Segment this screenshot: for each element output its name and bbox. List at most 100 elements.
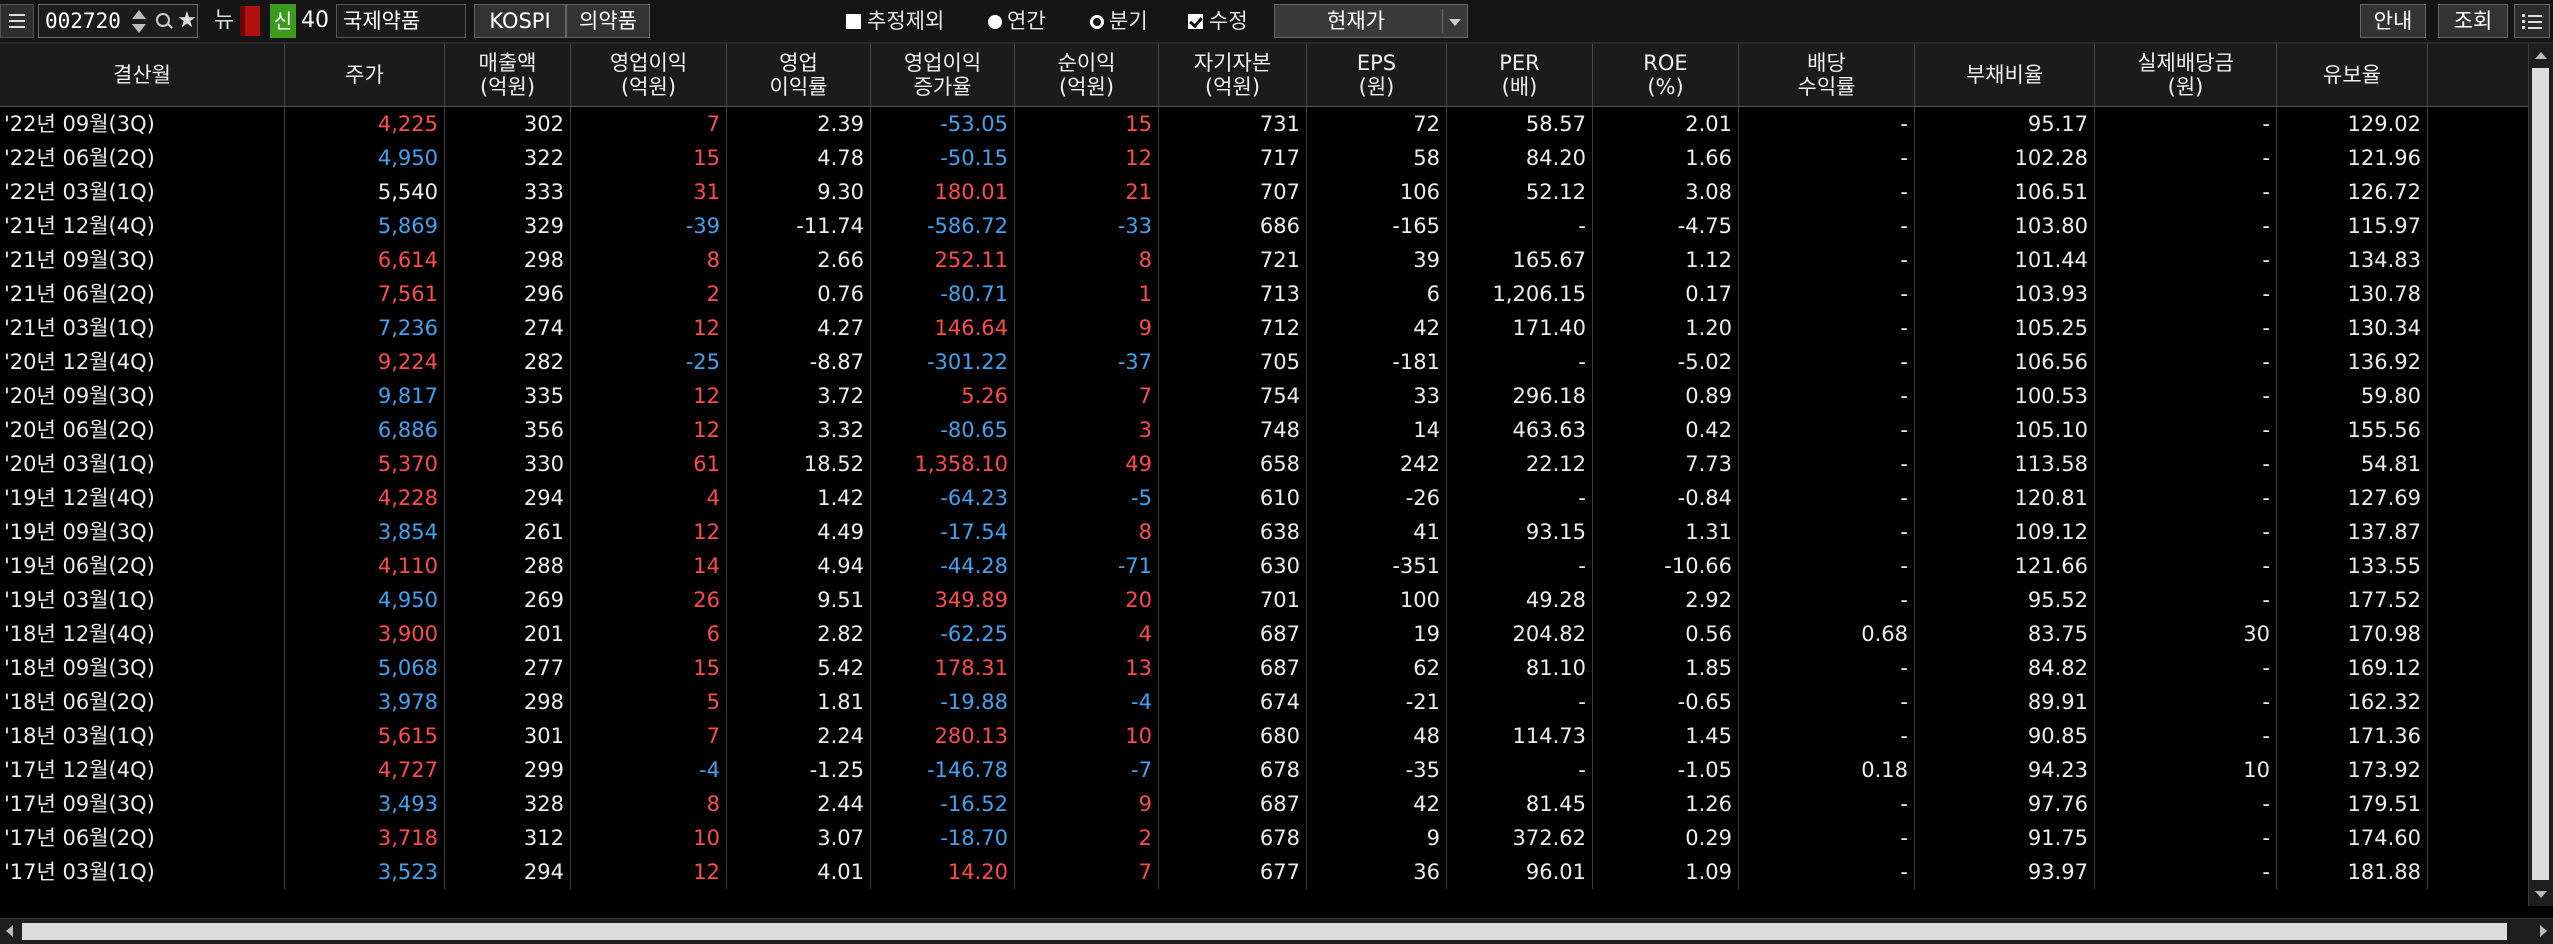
- column-header-per[interactable]: PER (배): [1447, 44, 1593, 106]
- cell-per: -: [1447, 209, 1593, 243]
- table-row[interactable]: '21년 12월(4Q) 5,869 329 -39 -11.74 -586.72 -33 6…: [0, 209, 2528, 243]
- column-header-eps[interactable]: EPS (원): [1307, 44, 1447, 106]
- sector-button[interactable]: 의약품: [566, 4, 650, 38]
- table-row[interactable]: '18년 12월(4Q) 3,900 201 6 2.82 -62.25 4 687 19 204…: [0, 617, 2528, 651]
- table-row[interactable]: '22년 09월(3Q) 4,225 302 7 2.39 -53.05 15 731 72 58…: [0, 107, 2528, 141]
- cell-reserve-ratio: 134.83: [2277, 243, 2428, 277]
- revised-checkbox[interactable]: 수정: [1188, 4, 1248, 38]
- cell-op-income: 12: [571, 515, 727, 549]
- cell-op-margin: 9.30: [727, 175, 871, 209]
- cell-net-income: 20: [1015, 583, 1159, 617]
- column-header-debt-ratio[interactable]: 부채비율: [1915, 44, 2095, 106]
- cell-debt-ratio: 95.17: [1915, 107, 2095, 141]
- cell-op-margin: 0.76: [727, 277, 871, 311]
- vertical-scrollbar[interactable]: [2528, 44, 2553, 906]
- table-row[interactable]: '19년 12월(4Q) 4,228 294 4 1.42 -64.23 -5 610 -26-…: [0, 481, 2528, 515]
- quarterly-radio[interactable]: 분기: [1090, 4, 1148, 38]
- cell-op-margin: 2.66: [727, 243, 871, 277]
- table-row[interactable]: '19년 06월(2Q) 4,110 288 14 4.94 -44.28 -71 630 -3…: [0, 549, 2528, 583]
- table-row[interactable]: '22년 03월(1Q) 5,540 333 31 9.30 180.01 21 707 106…: [0, 175, 2528, 209]
- table-row[interactable]: '20년 06월(2Q) 6,886 356 12 3.32 -80.65 3 748 14 46…: [0, 413, 2528, 447]
- cell-op-margin: 2.39: [727, 107, 871, 141]
- cell-per: 1,206.15: [1447, 277, 1593, 311]
- table-row[interactable]: '20년 12월(4Q) 9,224 282 -25 -8.87 -301.22 -37 70…: [0, 345, 2528, 379]
- exclude-estimate-checkbox[interactable]: 추정제외: [846, 4, 944, 38]
- search-icon[interactable]: [154, 4, 174, 38]
- inquiry-button[interactable]: 조회: [2438, 4, 2508, 38]
- price-basis-select[interactable]: 현재가: [1274, 4, 1468, 38]
- table-row[interactable]: '18년 09월(3Q) 5,068 277 15 5.42 178.31 13 687 62 8…: [0, 651, 2528, 685]
- scroll-right-icon[interactable]: [2540, 925, 2547, 937]
- cell-div-paid: -: [2095, 855, 2277, 889]
- cell-sales: 294: [445, 481, 571, 515]
- cell-net-income: 13: [1015, 651, 1159, 685]
- column-header-roe[interactable]: ROE (%): [1593, 44, 1739, 106]
- table-row[interactable]: '17년 06월(2Q) 3,718 312 10 3.07 -18.70 2 678 9 372…: [0, 821, 2528, 855]
- cell-op-margin: 2.44: [727, 787, 871, 821]
- column-header-reserve-ratio[interactable]: 유보율: [2277, 44, 2428, 106]
- cell-op-growth: -53.05: [871, 107, 1015, 141]
- cell-per: 49.28: [1447, 583, 1593, 617]
- scroll-left-icon[interactable]: [6, 925, 13, 937]
- column-header-div-paid[interactable]: 실제배당금 (원): [2095, 44, 2277, 106]
- table-row[interactable]: '20년 03월(1Q) 5,370 330 61 18.52 1,358.10 49 658…: [0, 447, 2528, 481]
- company-name-field[interactable]: 국제약품: [336, 4, 466, 38]
- table-row[interactable]: '21년 03월(1Q) 7,236 274 12 4.27 146.64 9 712 42 17…: [0, 311, 2528, 345]
- list-icon[interactable]: [2514, 4, 2550, 38]
- cell-eps: 19: [1307, 617, 1447, 651]
- scroll-thumb[interactable]: [22, 923, 2507, 940]
- annual-radio[interactable]: 연간: [988, 4, 1046, 38]
- cell-sales: 274: [445, 311, 571, 345]
- horizontal-scrollbar[interactable]: [0, 918, 2553, 944]
- cell-op-growth: 280.13: [871, 719, 1015, 753]
- spin-icon[interactable]: [130, 4, 150, 38]
- cell-reserve-ratio: 179.51: [2277, 787, 2428, 821]
- cell-eps: 14: [1307, 413, 1447, 447]
- column-header-net-income[interactable]: 순이익 (억원): [1015, 44, 1159, 106]
- table-row[interactable]: '21년 06월(2Q) 7,561 296 2 0.76 -80.71 1 713 6 1,20…: [0, 277, 2528, 311]
- table-row[interactable]: '17년 12월(4Q) 4,727 299 -4 -1.25 -146.78 -7 678-…: [0, 753, 2528, 787]
- scroll-thumb[interactable]: [2532, 68, 2549, 880]
- table-row[interactable]: '21년 09월(3Q) 6,614 298 8 2.66 252.11 8 721 39 165…: [0, 243, 2528, 277]
- column-header-period[interactable]: 결산월: [0, 44, 285, 106]
- cell-price: 5,540: [285, 175, 445, 209]
- star-icon[interactable]: ★: [176, 4, 198, 38]
- cell-sales: 301: [445, 719, 571, 753]
- cell-eps: 39: [1307, 243, 1447, 277]
- stock-code-input[interactable]: 002720: [38, 4, 198, 38]
- table-row[interactable]: '17년 03월(1Q) 3,523 294 12 4.01 14.20 7 677 36 96.…: [0, 855, 2528, 889]
- price-basis-value: 현재가: [1327, 9, 1385, 33]
- cell-net-income: 4: [1015, 617, 1159, 651]
- table-row[interactable]: '18년 03월(1Q) 5,615 301 7 2.24 280.13 10 680 48 11…: [0, 719, 2528, 753]
- cell-op-income: 61: [571, 447, 727, 481]
- table-row[interactable]: '20년 09월(3Q) 9,817 335 12 3.72 5.26 7 754 33 296.…: [0, 379, 2528, 413]
- cell-op-income: 12: [571, 379, 727, 413]
- cell-reserve-ratio: 155.56: [2277, 413, 2428, 447]
- column-header-op-growth[interactable]: 영업이익 증가율: [871, 44, 1015, 106]
- table-row[interactable]: '22년 06월(2Q) 4,950 322 15 4.78 -50.15 12 717 58 8…: [0, 141, 2528, 175]
- cell-div-yield: -: [1739, 549, 1915, 583]
- column-header-op-margin[interactable]: 영업 이익률: [727, 44, 871, 106]
- table-row[interactable]: '19년 09월(3Q) 3,854 261 12 4.49 -17.54 8 638 41 93…: [0, 515, 2528, 549]
- table-row[interactable]: '18년 06월(2Q) 3,978 298 5 1.81 -19.88 -4 674 -21-…: [0, 685, 2528, 719]
- scroll-down-icon[interactable]: [2535, 891, 2547, 898]
- cell-op-growth: 1,358.10: [871, 447, 1015, 481]
- column-header-sales[interactable]: 매출액 (억원): [445, 44, 571, 106]
- scroll-up-icon[interactable]: [2535, 52, 2547, 59]
- cell-equity: 713: [1159, 277, 1307, 311]
- column-header-div-yield[interactable]: 배당 수익률: [1739, 44, 1915, 106]
- cell-net-income: -4: [1015, 685, 1159, 719]
- table-row[interactable]: '19년 03월(1Q) 4,950 269 26 9.51 349.89 20 701 100…: [0, 583, 2528, 617]
- cell-net-income: 15: [1015, 107, 1159, 141]
- news-badge[interactable]: 뉴: [214, 4, 240, 38]
- table-row[interactable]: '17년 09월(3Q) 3,493 328 8 2.44 -16.52 9 687 42 81.…: [0, 787, 2528, 821]
- column-header-equity[interactable]: 자기자본 (억원): [1159, 44, 1307, 106]
- column-header-op-income[interactable]: 영업이익 (억원): [571, 44, 727, 106]
- cell-div-paid: -: [2095, 175, 2277, 209]
- cell-net-income: 10: [1015, 719, 1159, 753]
- market-button[interactable]: KOSPI: [474, 4, 566, 38]
- column-header-price[interactable]: 주가: [285, 44, 445, 106]
- guide-button[interactable]: 안내: [2360, 4, 2426, 38]
- menu-icon[interactable]: [0, 4, 34, 38]
- cell-per: -: [1447, 753, 1593, 787]
